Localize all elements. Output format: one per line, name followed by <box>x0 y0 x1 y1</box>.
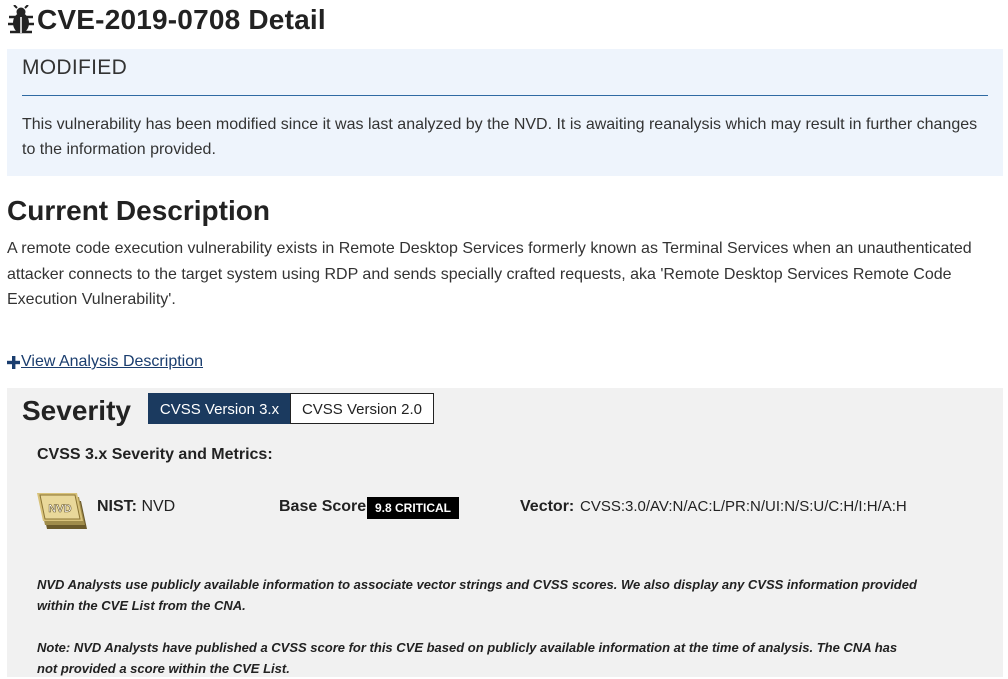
tab-cvss-v3[interactable]: CVSS Version 3.x <box>148 393 291 424</box>
severity-heading: Severity <box>22 395 131 426</box>
modified-text: This vulnerability has been modified sin… <box>22 116 978 158</box>
modified-heading: MODIFIED <box>22 56 128 79</box>
metrics-heading: CVSS 3.x Severity and Metrics: <box>37 446 273 463</box>
plus-icon <box>7 355 20 369</box>
vector-label: Vector: <box>520 498 575 515</box>
nist-source: NIST: NVD <box>97 498 175 516</box>
page-title: CVE-2019-0708 Detail <box>7 2 326 38</box>
view-analysis-label[interactable]: View Analysis Description <box>21 353 203 371</box>
tab-cvss-v2[interactable]: CVSS Version 2.0 <box>290 393 434 424</box>
nist-value: NVD <box>141 498 176 515</box>
base-score-label: Base Score: <box>279 498 372 515</box>
bug-icon <box>7 4 35 35</box>
description-text: A remote code execution vulnerability ex… <box>7 240 972 308</box>
modified-notice: MODIFIED This vulnerability has been mod… <box>7 49 1003 176</box>
page-title-text: CVE-2019-0708 Detail <box>37 4 326 35</box>
analyst-note: NVD Analysts use publicly available info… <box>37 577 917 613</box>
vector-value: CVSS:3.0/AV:N/AC:L/PR:N/UI:N/S:U/C:H/I:H… <box>580 498 907 515</box>
view-analysis-description-link[interactable]: View Analysis Description <box>7 353 203 371</box>
description-heading: Current Description <box>7 195 270 226</box>
base-score-badge[interactable]: 9.8 CRITICAL <box>367 497 460 519</box>
nist-label: NIST: <box>97 498 137 515</box>
divider <box>22 95 988 96</box>
severity-section: Severity CVSS Version 3.x CVSS Version 2… <box>7 388 1003 677</box>
nvd-logo: NVD <box>37 491 89 533</box>
cna-note: Note: NVD Analysts have published a CVSS… <box>37 640 898 676</box>
svg-text:NVD: NVD <box>48 503 71 515</box>
